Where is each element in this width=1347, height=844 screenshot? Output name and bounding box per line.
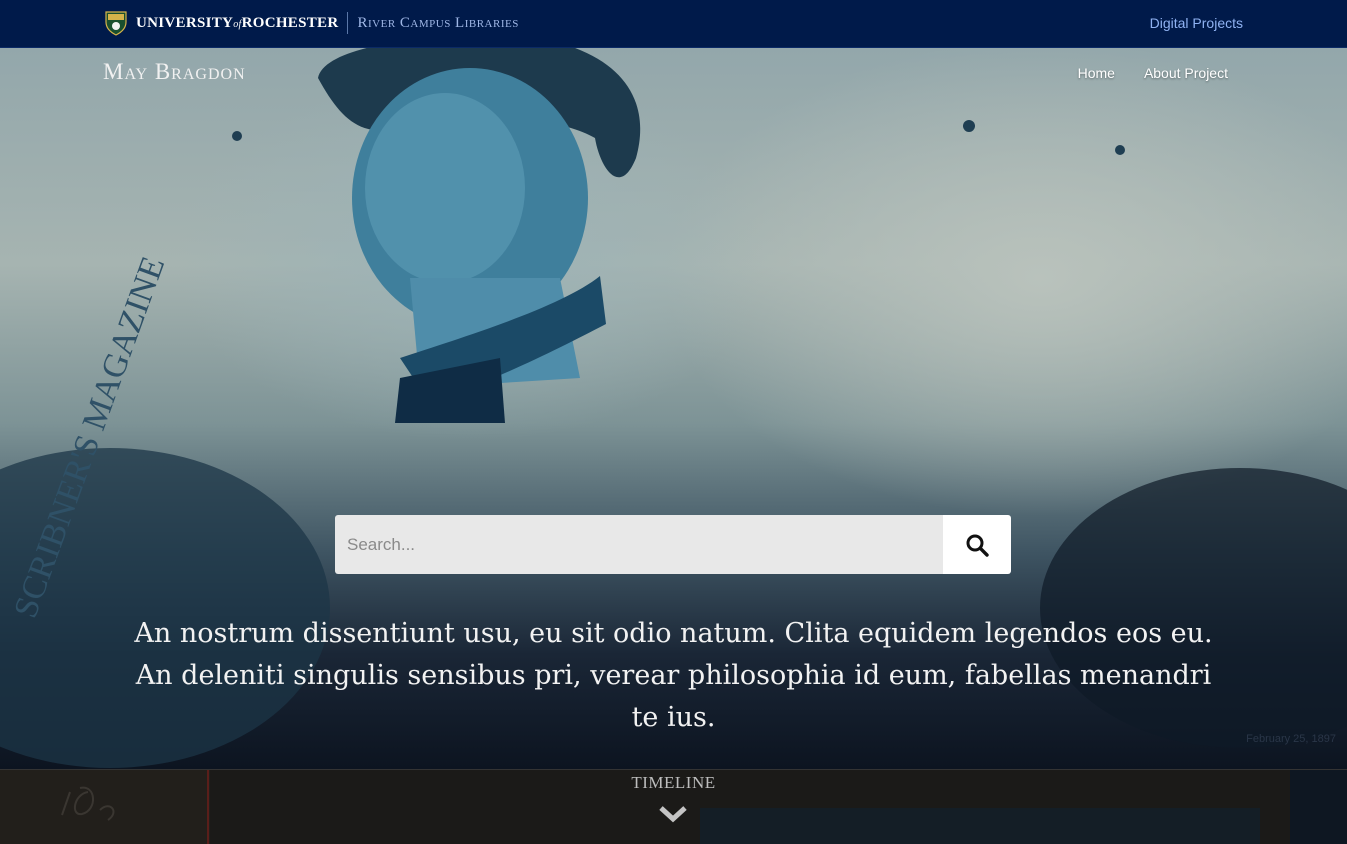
university-header: UNIVERSITYofROCHESTER River Campus Libra… [0, 0, 1347, 48]
search-icon [966, 534, 989, 557]
nav-about-project-link[interactable]: About Project [1144, 65, 1228, 81]
nav-home-link[interactable]: Home [1078, 65, 1115, 81]
logo-divider [347, 12, 349, 34]
chevron-down-icon[interactable] [658, 803, 688, 823]
hero-section: SCRIBNER'S MAGAZINE May Bragdon Home Abo… [0, 48, 1347, 770]
search-input[interactable] [335, 515, 943, 574]
site-title[interactable]: May Bragdon [103, 59, 246, 85]
university-logo-link[interactable]: UNIVERSITYofROCHESTER River Campus Libra… [103, 10, 519, 36]
river-campus-libraries-label: River Campus Libraries [357, 14, 519, 31]
search-button[interactable] [943, 515, 1011, 574]
main-nav: Home About Project [1078, 65, 1228, 81]
timeline-bar[interactable]: TIMELINE [0, 769, 1347, 844]
photo-caption-date: February 25, 1897 [1246, 733, 1336, 745]
university-name: UNIVERSITYofROCHESTER [136, 14, 339, 31]
timeline-label: TIMELINE [631, 773, 716, 792]
digital-projects-link[interactable]: Digital Projects [1150, 15, 1243, 31]
intro-tagline: An nostrum dissentiunt usu, eu sit odio … [134, 618, 1213, 733]
university-shield-icon [105, 11, 127, 36]
search-form [335, 515, 1011, 574]
